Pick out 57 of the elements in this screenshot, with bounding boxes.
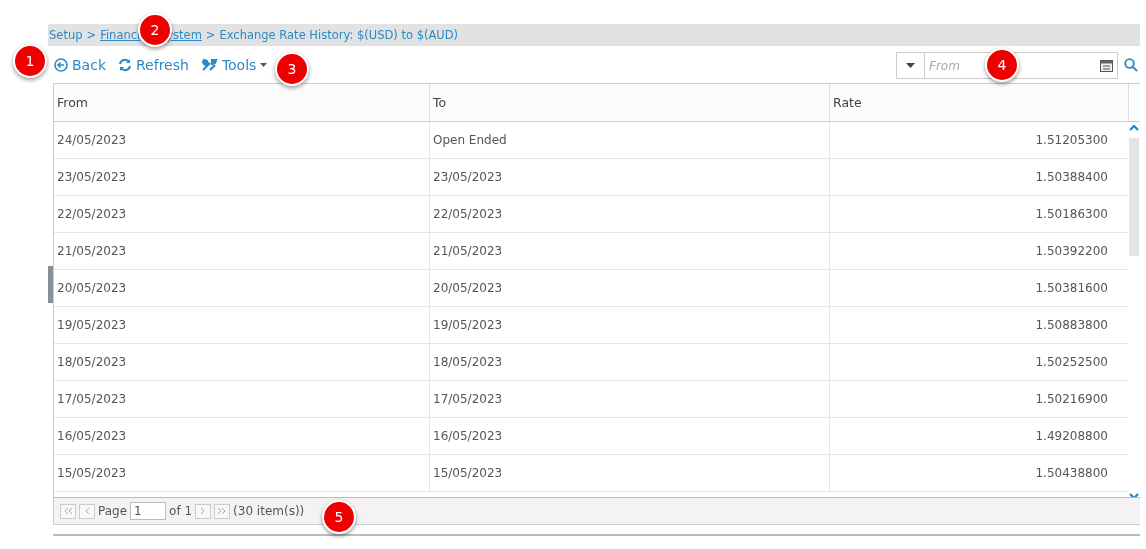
item-count: (30 item(s)) <box>233 504 305 518</box>
scrollbar-thumb[interactable] <box>1129 138 1139 256</box>
search-icon[interactable] <box>1124 58 1138 72</box>
last-page-button[interactable] <box>214 503 231 519</box>
double-right-icon <box>217 507 228 515</box>
scroll-up-icon[interactable] <box>1129 124 1139 131</box>
table-cell: 24/05/2023 <box>54 122 430 158</box>
breadcrumb-link[interactable]: Financi <box>100 28 141 42</box>
calendar-icon[interactable] <box>1100 59 1113 72</box>
tools-icon <box>200 57 218 72</box>
left-chevron-icon <box>84 507 90 515</box>
table-cell: 15/05/2023 <box>54 455 430 491</box>
page-count: of 1 <box>169 504 193 518</box>
refresh-icon <box>118 57 132 72</box>
callout-badge: 3 <box>275 52 309 86</box>
first-page-button[interactable] <box>60 503 76 519</box>
breadcrumb-separator: > <box>205 28 216 42</box>
table-cell: 22/05/2023 <box>430 196 830 232</box>
breadcrumb-link[interactable]: Exchange Rate History: $(USD) to $(AUD) <box>219 28 459 42</box>
table-cell: 18/05/2023 <box>54 344 430 380</box>
column-header[interactable]: Rate <box>830 84 1129 121</box>
refresh-button[interactable]: Refresh <box>118 56 189 73</box>
tools-button[interactable]: Tools <box>200 56 268 73</box>
callout-badge: 1 <box>13 44 47 78</box>
table-cell: 17/05/2023 <box>430 381 830 417</box>
back-icon <box>54 57 68 72</box>
table-cell: 19/05/2023 <box>54 307 430 343</box>
table-cell: 21/05/2023 <box>430 233 830 269</box>
table-cell: 23/05/2023 <box>54 159 430 195</box>
table-cell: 21/05/2023 <box>54 233 430 269</box>
table-cell: 17/05/2023 <box>54 381 430 417</box>
table-cell: 23/05/2023 <box>430 159 830 195</box>
caret-icon <box>260 62 268 67</box>
table-cell: 22/05/2023 <box>54 196 430 232</box>
double-left-icon <box>63 507 73 515</box>
callout-badge: 4 <box>985 48 1019 82</box>
table-cell: 20/05/2023 <box>430 270 830 306</box>
filter-dropdown[interactable] <box>896 52 925 79</box>
breadcrumb-link[interactable]: Setup <box>49 28 83 42</box>
table-cell: 18/05/2023 <box>430 344 830 380</box>
right-chevron-icon <box>200 507 207 515</box>
back-button[interactable]: Back <box>54 56 106 73</box>
table-cell: 16/05/2023 <box>430 418 830 454</box>
page-input[interactable]: 1 <box>130 502 167 520</box>
callout-badge: 5 <box>322 500 356 534</box>
table-cell: 19/05/2023 <box>430 307 830 343</box>
previous-page-button[interactable] <box>79 503 95 519</box>
column-header[interactable]: To <box>430 84 830 121</box>
next-page-button[interactable] <box>195 503 212 519</box>
table-cell: 20/05/2023 <box>54 270 430 306</box>
table-cell: 15/05/2023 <box>430 455 830 491</box>
caret-icon <box>906 63 915 68</box>
table-cell: Open Ended <box>430 122 830 158</box>
page-label: Page <box>98 504 128 518</box>
table-cell: 16/05/2023 <box>54 418 430 454</box>
splitter-handle[interactable] <box>48 266 53 303</box>
breadcrumb-separator: > <box>86 28 97 42</box>
